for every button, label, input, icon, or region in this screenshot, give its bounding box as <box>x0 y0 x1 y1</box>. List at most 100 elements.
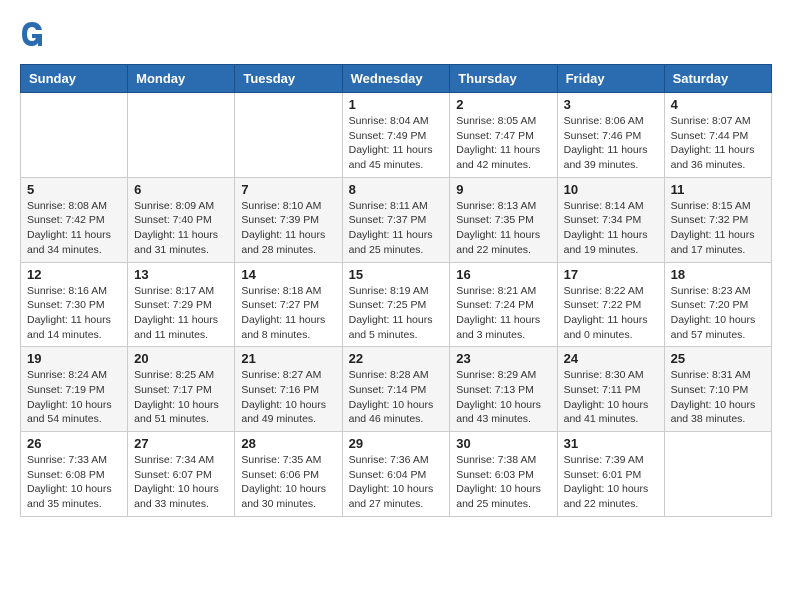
calendar-cell: 11 Sunrise: 8:15 AM Sunset: 7:32 PM Dayli… <box>664 177 771 262</box>
calendar-cell: 4 Sunrise: 8:07 AM Sunset: 7:44 PM Daylig… <box>664 93 771 178</box>
day-info: Sunrise: 7:38 AM Sunset: 6:03 PM Dayligh… <box>456 453 550 512</box>
day-number: 13 <box>134 267 228 282</box>
logo-icon <box>20 20 44 48</box>
day-of-week-header: Friday <box>557 65 664 93</box>
day-number: 29 <box>349 436 444 451</box>
day-info: Sunrise: 8:22 AM Sunset: 7:22 PM Dayligh… <box>564 284 658 343</box>
day-number: 25 <box>671 351 765 366</box>
calendar-cell: 2 Sunrise: 8:05 AM Sunset: 7:47 PM Daylig… <box>450 93 557 178</box>
day-info: Sunrise: 8:04 AM Sunset: 7:49 PM Dayligh… <box>349 114 444 173</box>
day-number: 15 <box>349 267 444 282</box>
day-number: 1 <box>349 97 444 112</box>
calendar-cell: 23Sunrise: 8:29 AM Sunset: 7:13 PM Dayli… <box>450 347 557 432</box>
calendar-cell: 5 Sunrise: 8:08 AM Sunset: 7:42 PM Daylig… <box>21 177 128 262</box>
calendar-cell: 22 Sunrise: 8:28 AM Sunset: 7:14 PM Dayli… <box>342 347 450 432</box>
day-number: 4 <box>671 97 765 112</box>
day-info: Sunrise: 8:18 AM Sunset: 7:27 PM Dayligh… <box>241 284 335 343</box>
day-info: Sunrise: 8:10 AM Sunset: 7:39 PM Dayligh… <box>241 199 335 258</box>
day-info: Sunrise: 8:11 AM Sunset: 7:37 PM Dayligh… <box>349 199 444 258</box>
day-of-week-header: Wednesday <box>342 65 450 93</box>
day-info: Sunrise: 8:14 AM Sunset: 7:34 PM Dayligh… <box>564 199 658 258</box>
day-of-week-header: Saturday <box>664 65 771 93</box>
day-info: Sunrise: 8:08 AM Sunset: 7:42 PM Dayligh… <box>27 199 121 258</box>
day-number: 21 <box>241 351 335 366</box>
day-number: 24 <box>564 351 658 366</box>
calendar-cell <box>235 93 342 178</box>
day-info: Sunrise: 8:07 AM Sunset: 7:44 PM Dayligh… <box>671 114 765 173</box>
day-number: 16 <box>456 267 550 282</box>
day-number: 28 <box>241 436 335 451</box>
day-number: 2 <box>456 97 550 112</box>
day-info: Sunrise: 8:17 AM Sunset: 7:29 PM Dayligh… <box>134 284 228 343</box>
calendar-cell: 30 Sunrise: 7:38 AM Sunset: 6:03 PM Dayli… <box>450 432 557 517</box>
day-info: Sunrise: 8:30 AM Sunset: 7:11 PM Dayligh… <box>564 368 658 427</box>
calendar-cell: 29Sunrise: 7:36 AM Sunset: 6:04 PM Dayli… <box>342 432 450 517</box>
calendar-cell: 8Sunrise: 8:11 AM Sunset: 7:37 PM Daylig… <box>342 177 450 262</box>
calendar-cell <box>128 93 235 178</box>
day-number: 9 <box>456 182 550 197</box>
calendar-cell: 1 Sunrise: 8:04 AM Sunset: 7:49 PM Daylig… <box>342 93 450 178</box>
calendar-cell: 20 Sunrise: 8:25 AM Sunset: 7:17 PM Dayli… <box>128 347 235 432</box>
day-info: Sunrise: 8:25 AM Sunset: 7:17 PM Dayligh… <box>134 368 228 427</box>
day-number: 7 <box>241 182 335 197</box>
calendar-cell: 14 Sunrise: 8:18 AM Sunset: 7:27 PM Dayli… <box>235 262 342 347</box>
calendar-week-row: 12 Sunrise: 8:16 AM Sunset: 7:30 PM Dayli… <box>21 262 772 347</box>
calendar-cell: 19Sunrise: 8:24 AM Sunset: 7:19 PM Dayli… <box>21 347 128 432</box>
day-number: 14 <box>241 267 335 282</box>
day-info: Sunrise: 8:28 AM Sunset: 7:14 PM Dayligh… <box>349 368 444 427</box>
day-number: 5 <box>27 182 121 197</box>
calendar-week-row: 19Sunrise: 8:24 AM Sunset: 7:19 PM Dayli… <box>21 347 772 432</box>
calendar-cell: 7 Sunrise: 8:10 AM Sunset: 7:39 PM Daylig… <box>235 177 342 262</box>
calendar-cell: 10 Sunrise: 8:14 AM Sunset: 7:34 PM Dayli… <box>557 177 664 262</box>
day-info: Sunrise: 8:27 AM Sunset: 7:16 PM Dayligh… <box>241 368 335 427</box>
calendar-cell: 17 Sunrise: 8:22 AM Sunset: 7:22 PM Dayli… <box>557 262 664 347</box>
day-info: Sunrise: 7:34 AM Sunset: 6:07 PM Dayligh… <box>134 453 228 512</box>
day-number: 20 <box>134 351 228 366</box>
day-number: 17 <box>564 267 658 282</box>
day-of-week-header: Thursday <box>450 65 557 93</box>
day-info: Sunrise: 8:16 AM Sunset: 7:30 PM Dayligh… <box>27 284 121 343</box>
calendar-cell: 9Sunrise: 8:13 AM Sunset: 7:35 PM Daylig… <box>450 177 557 262</box>
day-number: 31 <box>564 436 658 451</box>
calendar-cell: 24 Sunrise: 8:30 AM Sunset: 7:11 PM Dayli… <box>557 347 664 432</box>
day-info: Sunrise: 7:35 AM Sunset: 6:06 PM Dayligh… <box>241 453 335 512</box>
day-number: 3 <box>564 97 658 112</box>
day-info: Sunrise: 8:31 AM Sunset: 7:10 PM Dayligh… <box>671 368 765 427</box>
day-number: 22 <box>349 351 444 366</box>
calendar-cell: 31 Sunrise: 7:39 AM Sunset: 6:01 PM Dayli… <box>557 432 664 517</box>
day-info: Sunrise: 8:15 AM Sunset: 7:32 PM Dayligh… <box>671 199 765 258</box>
day-info: Sunrise: 8:09 AM Sunset: 7:40 PM Dayligh… <box>134 199 228 258</box>
calendar-cell <box>21 93 128 178</box>
logo <box>20 20 48 48</box>
day-number: 19 <box>27 351 121 366</box>
day-info: Sunrise: 7:33 AM Sunset: 6:08 PM Dayligh… <box>27 453 121 512</box>
day-number: 11 <box>671 182 765 197</box>
day-info: Sunrise: 8:06 AM Sunset: 7:46 PM Dayligh… <box>564 114 658 173</box>
day-info: Sunrise: 8:05 AM Sunset: 7:47 PM Dayligh… <box>456 114 550 173</box>
day-info: Sunrise: 8:23 AM Sunset: 7:20 PM Dayligh… <box>671 284 765 343</box>
calendar-week-row: 26 Sunrise: 7:33 AM Sunset: 6:08 PM Dayli… <box>21 432 772 517</box>
calendar-cell: 3 Sunrise: 8:06 AM Sunset: 7:46 PM Daylig… <box>557 93 664 178</box>
day-number: 10 <box>564 182 658 197</box>
day-number: 30 <box>456 436 550 451</box>
calendar-week-row: 1 Sunrise: 8:04 AM Sunset: 7:49 PM Daylig… <box>21 93 772 178</box>
day-number: 23 <box>456 351 550 366</box>
calendar-cell: 18Sunrise: 8:23 AM Sunset: 7:20 PM Dayli… <box>664 262 771 347</box>
page-header <box>20 20 772 48</box>
calendar-cell: 15 Sunrise: 8:19 AM Sunset: 7:25 PM Dayli… <box>342 262 450 347</box>
day-number: 27 <box>134 436 228 451</box>
calendar-cell: 12 Sunrise: 8:16 AM Sunset: 7:30 PM Dayli… <box>21 262 128 347</box>
day-of-week-header: Tuesday <box>235 65 342 93</box>
calendar-cell: 27 Sunrise: 7:34 AM Sunset: 6:07 PM Dayli… <box>128 432 235 517</box>
calendar-cell: 28 Sunrise: 7:35 AM Sunset: 6:06 PM Dayli… <box>235 432 342 517</box>
day-info: Sunrise: 7:39 AM Sunset: 6:01 PM Dayligh… <box>564 453 658 512</box>
calendar-cell: 26 Sunrise: 7:33 AM Sunset: 6:08 PM Dayli… <box>21 432 128 517</box>
calendar-cell: 6Sunrise: 8:09 AM Sunset: 7:40 PM Daylig… <box>128 177 235 262</box>
day-number: 26 <box>27 436 121 451</box>
day-info: Sunrise: 8:19 AM Sunset: 7:25 PM Dayligh… <box>349 284 444 343</box>
calendar-cell <box>664 432 771 517</box>
day-number: 12 <box>27 267 121 282</box>
calendar-header-row: SundayMondayTuesdayWednesdayThursdayFrid… <box>21 65 772 93</box>
day-of-week-header: Monday <box>128 65 235 93</box>
day-of-week-header: Sunday <box>21 65 128 93</box>
